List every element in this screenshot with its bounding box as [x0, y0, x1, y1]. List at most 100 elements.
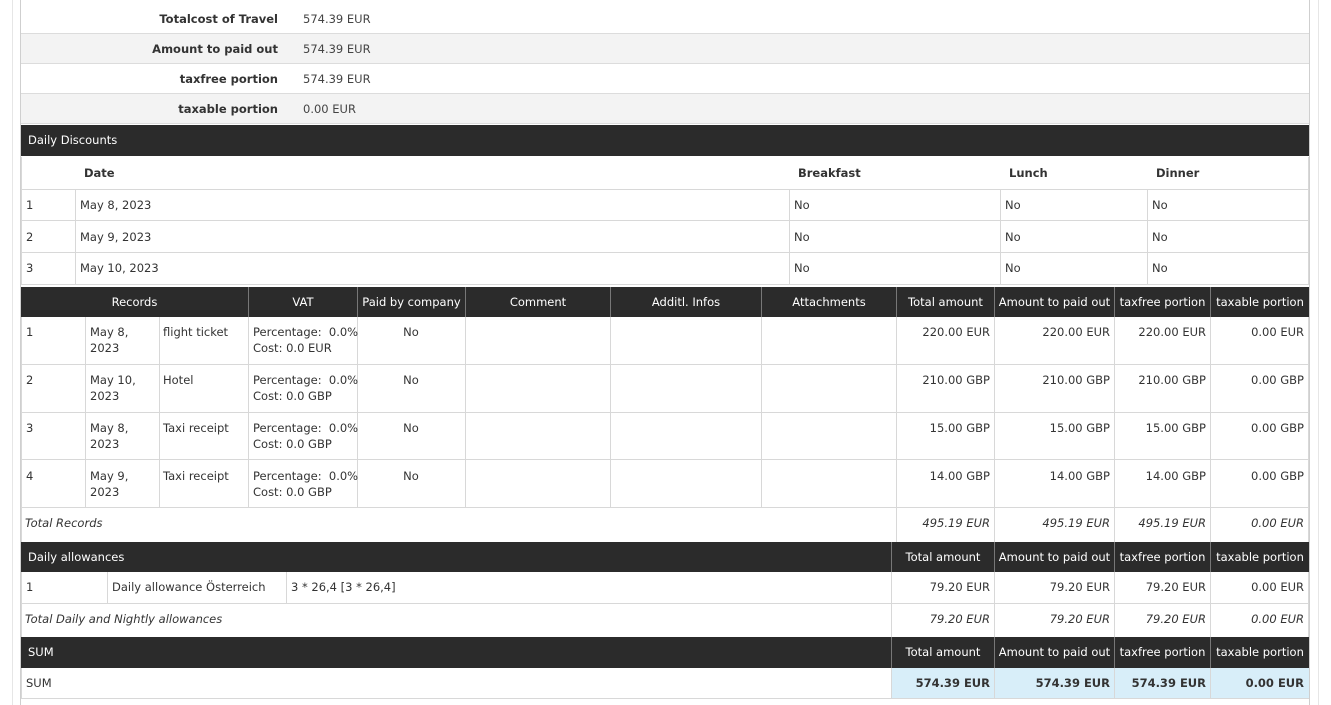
- row-divider: [21, 252, 1309, 253]
- summary-label: taxfree portion: [179, 72, 278, 86]
- record-amount-paid-out: 210.00 GBP: [1042, 373, 1110, 387]
- total-allowances-paid-out: 79.20 EUR: [1049, 612, 1110, 626]
- record-description: Taxi receipt: [163, 469, 229, 483]
- record-amount-paid-out: 14.00 GBP: [1049, 469, 1110, 483]
- record-date-year: 2023: [90, 485, 120, 499]
- sum-taxfree: 574.39 EUR: [1131, 676, 1206, 690]
- daily-allowances-header: Daily allowances Total amount Amount to …: [21, 542, 1309, 572]
- discount-lunch: No: [1005, 261, 1021, 275]
- summary-value: 0.00 EUR: [303, 102, 356, 116]
- record-taxable: 0.00 GBP: [1251, 421, 1304, 435]
- row-number: 1: [26, 325, 34, 339]
- column-header-taxfree: taxfree portion: [1115, 542, 1211, 572]
- record-date-year: 2023: [90, 437, 120, 451]
- row-divider: [21, 412, 1309, 413]
- vat-cost: Cost: 0.0 EUR: [253, 341, 332, 355]
- row-number: 4: [26, 469, 34, 483]
- record-description: flight ticket: [163, 325, 229, 339]
- vat-percentage: Percentage: 0.0%: [253, 469, 359, 483]
- discount-date: May 8, 2023: [80, 198, 152, 212]
- record-description: Hotel: [163, 373, 194, 387]
- col-divider: [286, 572, 287, 603]
- page-right-border: [1318, 0, 1319, 705]
- summary-row-amount-paid-out: Amount to paid out 574.39 EUR: [21, 34, 1309, 64]
- vat-percentage: Percentage: 0.0%: [253, 421, 359, 435]
- column-header-paid-by-company: Paid by company: [358, 287, 466, 317]
- discount-breakfast: No: [794, 198, 810, 212]
- record-date: May 9,: [90, 469, 129, 483]
- row-divider: [21, 507, 1309, 508]
- col-divider: [789, 189, 790, 285]
- record-taxable: 0.00 GBP: [1251, 373, 1304, 387]
- row-number: 2: [26, 373, 34, 387]
- total-records-taxable: 0.00 EUR: [1251, 516, 1304, 530]
- column-header-amount-paid-out: Amount to paid out: [995, 542, 1115, 572]
- col-divider: [248, 317, 249, 507]
- column-header-lunch: Lunch: [1009, 166, 1048, 180]
- column-header-taxable: taxable portion: [1216, 645, 1304, 659]
- discount-date: May 9, 2023: [80, 230, 152, 244]
- discount-breakfast: No: [794, 230, 810, 244]
- sum-paid-out: 574.39 EUR: [1035, 676, 1110, 690]
- discount-dinner: No: [1152, 230, 1168, 244]
- record-taxfree: 15.00 GBP: [1145, 421, 1206, 435]
- record-date-year: 2023: [90, 389, 120, 403]
- summary-label: taxable portion: [178, 102, 278, 116]
- vat-cost: Cost: 0.0 GBP: [253, 485, 332, 499]
- section-title: Daily allowances: [28, 550, 125, 564]
- paid-by-company: No: [403, 373, 419, 387]
- record-amount-paid-out: 220.00 EUR: [1042, 325, 1110, 339]
- column-header-total-amount: Total amount: [891, 542, 995, 572]
- column-header-taxable: taxable portion: [1216, 550, 1304, 564]
- discount-lunch: No: [1005, 198, 1021, 212]
- row-divider: [21, 220, 1309, 221]
- column-header-taxable: taxable portion: [1216, 295, 1304, 309]
- total-records-label: Total Records: [25, 516, 103, 530]
- col-divider: [85, 317, 86, 507]
- column-header-vat: VAT: [249, 287, 358, 317]
- col-divider: [75, 189, 76, 285]
- section-title: SUM: [28, 645, 54, 659]
- summary-row-taxable: taxable portion 0.00 EUR: [21, 94, 1309, 124]
- section-title: Daily Discounts: [28, 133, 118, 147]
- col-divider: [465, 317, 466, 507]
- discount-lunch: No: [1005, 230, 1021, 244]
- column-header-total-amount: Total amount: [891, 637, 995, 668]
- summary-label: Totalcost of Travel: [159, 12, 278, 26]
- row-number: 2: [26, 230, 34, 244]
- allowance-calculation: 3 * 26,4 [3 * 26,4]: [291, 580, 396, 594]
- record-date: May 10,: [90, 373, 136, 387]
- sum-header: SUM Total amount Amount to paid out taxf…: [21, 637, 1309, 668]
- page-left-border: [12, 0, 13, 705]
- discount-dinner: No: [1152, 261, 1168, 275]
- col-divider: [1147, 189, 1148, 285]
- records-header: Records VAT Paid by company Comment Addi…: [21, 287, 1309, 317]
- column-header-comment: Comment: [466, 287, 611, 317]
- summary-value: 574.39 EUR: [303, 12, 371, 26]
- record-date: May 8,: [90, 421, 129, 435]
- vat-percentage: Percentage: 0.0%: [253, 373, 359, 387]
- record-total-amount: 15.00 GBP: [929, 421, 990, 435]
- vat-percentage: Percentage: 0.0%: [253, 325, 359, 339]
- row-number: 1: [26, 580, 34, 594]
- column-header-total-amount: Total amount: [897, 287, 995, 317]
- allowance-name: Daily allowance Österreich: [112, 580, 266, 594]
- record-total-amount: 210.00 GBP: [922, 373, 990, 387]
- vat-cost: Cost: 0.0 GBP: [253, 389, 332, 403]
- column-header-date: Date: [84, 166, 115, 180]
- row-divider: [21, 189, 1309, 190]
- col-divider: [610, 317, 611, 507]
- daily-discounts-header: Daily Discounts: [21, 125, 1309, 156]
- paid-by-company: No: [403, 469, 419, 483]
- column-header-additl-infos: Additl. Infos: [611, 287, 762, 317]
- row-number: 3: [26, 261, 34, 275]
- allowance-taxable: 0.00 EUR: [1251, 580, 1304, 594]
- record-date: May 8,: [90, 325, 129, 339]
- vat-cost: Cost: 0.0 GBP: [253, 437, 332, 451]
- allowance-total-amount: 79.20 EUR: [929, 580, 990, 594]
- record-taxable: 0.00 GBP: [1251, 469, 1304, 483]
- column-header-breakfast: Breakfast: [798, 166, 861, 180]
- column-header-amount-paid-out: Amount to paid out: [995, 637, 1115, 668]
- summary-label: Amount to paid out: [152, 42, 278, 56]
- column-header-taxfree: taxfree portion: [1115, 287, 1211, 317]
